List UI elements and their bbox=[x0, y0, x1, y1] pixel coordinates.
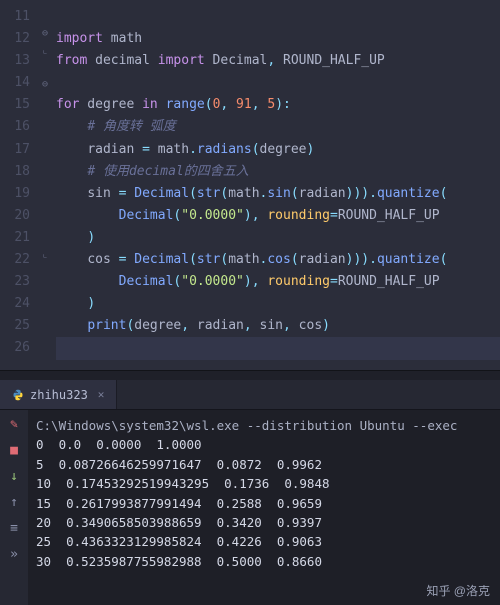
code-line[interactable]: radian = math.radians(degree) bbox=[56, 139, 500, 161]
fold-marker[interactable] bbox=[38, 193, 52, 210]
console-row: 20 0.3490658503988659 0.3420 0.9397 bbox=[36, 513, 492, 532]
scroll-icon[interactable]: » bbox=[6, 546, 22, 562]
fold-marker[interactable] bbox=[38, 57, 52, 74]
line-number: 19 bbox=[4, 183, 30, 205]
code-line[interactable] bbox=[56, 6, 500, 28]
up-icon[interactable]: ↑ bbox=[6, 494, 22, 510]
fold-marker[interactable]: ⌞ bbox=[38, 40, 52, 57]
code-line[interactable]: cos = Decimal(str(math.cos(radian))).qua… bbox=[56, 249, 500, 271]
fold-marker[interactable] bbox=[38, 91, 52, 108]
fold-marker[interactable] bbox=[38, 142, 52, 159]
down-icon[interactable]: ↓ bbox=[6, 468, 22, 484]
soft-wrap-icon[interactable]: ≡ bbox=[6, 520, 22, 536]
code-line[interactable]: ) bbox=[56, 293, 500, 315]
line-number: 13 bbox=[4, 50, 30, 72]
fold-marker[interactable] bbox=[38, 227, 52, 244]
console-row: 30 0.5235987755982988 0.5000 0.8660 bbox=[36, 552, 492, 571]
code-line[interactable] bbox=[56, 72, 500, 94]
code-line[interactable]: print(degree, radian, sin, cos) bbox=[56, 315, 500, 337]
line-number: 23 bbox=[4, 271, 30, 293]
fold-marker[interactable]: ⌞ bbox=[38, 244, 52, 261]
line-number: 15 bbox=[4, 94, 30, 116]
code-line[interactable]: import math bbox=[56, 28, 500, 50]
fold-marker[interactable] bbox=[38, 210, 52, 227]
line-number: 25 bbox=[4, 315, 30, 337]
code-line[interactable]: # 使用decimal的四舍五入 bbox=[56, 161, 500, 183]
line-number: 16 bbox=[4, 116, 30, 138]
fold-marker[interactable] bbox=[38, 261, 52, 278]
line-number: 14 bbox=[4, 72, 30, 94]
run-tab[interactable]: zhihu323 ✕ bbox=[0, 380, 117, 409]
line-number: 21 bbox=[4, 227, 30, 249]
console-tabbar: zhihu323 ✕ bbox=[0, 380, 500, 410]
code-line[interactable]: ) bbox=[56, 227, 500, 249]
pane-divider[interactable] bbox=[0, 370, 500, 380]
code-line[interactable]: sin = Decimal(str(math.sin(radian))).qua… bbox=[56, 183, 500, 205]
fold-marker[interactable] bbox=[38, 125, 52, 142]
code-area[interactable]: import mathfrom decimal import Decimal, … bbox=[52, 0, 500, 370]
console-output[interactable]: C:\Windows\system32\wsl.exe --distributi… bbox=[28, 410, 500, 605]
code-line[interactable]: Decimal("0.0000"), rounding=ROUND_HALF_U… bbox=[56, 271, 500, 293]
fold-marker[interactable] bbox=[38, 6, 52, 23]
fold-marker[interactable] bbox=[38, 176, 52, 193]
console-row: 25 0.4363323129985824 0.4226 0.9063 bbox=[36, 532, 492, 551]
line-number: 11 bbox=[4, 6, 30, 28]
fold-marker[interactable] bbox=[38, 108, 52, 125]
close-icon[interactable]: ✕ bbox=[98, 388, 105, 401]
line-number-gutter: 11121314151617181920212223242526 bbox=[0, 0, 38, 370]
code-line[interactable]: # 角度转 弧度 bbox=[56, 116, 500, 138]
run-tool-window: zhihu323 ✕ ✎ ■ ↓ ↑ ≡ » C:\Windows\system… bbox=[0, 380, 500, 605]
console-row: 0 0.0 0.0000 1.0000 bbox=[36, 435, 492, 454]
line-number: 18 bbox=[4, 161, 30, 183]
watermark: 知乎 @洛克 bbox=[426, 582, 490, 599]
line-number: 20 bbox=[4, 205, 30, 227]
line-number: 24 bbox=[4, 293, 30, 315]
console-row: 10 0.17453292519943295 0.1736 0.9848 bbox=[36, 474, 492, 493]
console-body: ✎ ■ ↓ ↑ ≡ » C:\Windows\system32\wsl.exe … bbox=[0, 410, 500, 605]
fold-column[interactable]: ⊖⌞ ⊖ ⌞ bbox=[38, 0, 52, 370]
line-number: 26 bbox=[4, 337, 30, 359]
code-line[interactable]: from decimal import Decimal, ROUND_HALF_… bbox=[56, 50, 500, 72]
fold-marker[interactable]: ⊖ bbox=[38, 23, 52, 40]
line-number: 22 bbox=[4, 249, 30, 271]
console-row: 5 0.08726646259971647 0.0872 0.9962 bbox=[36, 455, 492, 474]
stop-icon[interactable]: ■ bbox=[6, 442, 22, 458]
run-tab-label: zhihu323 bbox=[30, 388, 88, 402]
code-line[interactable]: for degree in range(0, 91, 5): bbox=[56, 94, 500, 116]
code-line[interactable] bbox=[56, 337, 500, 359]
code-line[interactable]: Decimal("0.0000"), rounding=ROUND_HALF_U… bbox=[56, 205, 500, 227]
fold-marker[interactable] bbox=[38, 159, 52, 176]
line-number: 12 bbox=[4, 28, 30, 50]
python-icon bbox=[12, 389, 24, 401]
console-toolbar: ✎ ■ ↓ ↑ ≡ » bbox=[0, 410, 28, 605]
console-command: C:\Windows\system32\wsl.exe --distributi… bbox=[36, 416, 492, 435]
fold-marker[interactable]: ⊖ bbox=[38, 74, 52, 91]
line-number: 17 bbox=[4, 139, 30, 161]
code-editor[interactable]: 11121314151617181920212223242526 ⊖⌞ ⊖ ⌞ … bbox=[0, 0, 500, 370]
rerun-icon[interactable]: ✎ bbox=[6, 416, 22, 432]
console-row: 15 0.2617993877991494 0.2588 0.9659 bbox=[36, 494, 492, 513]
